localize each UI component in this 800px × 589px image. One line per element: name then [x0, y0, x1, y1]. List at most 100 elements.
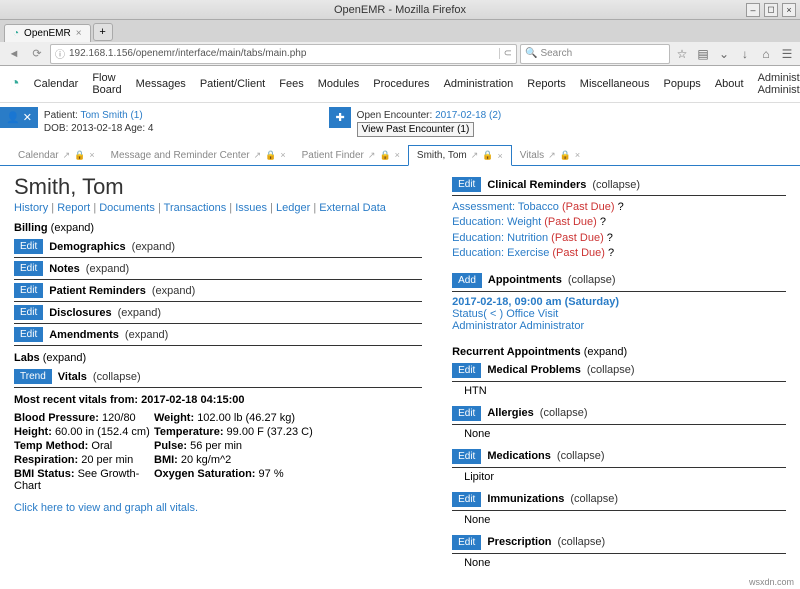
tab-popout-icon[interactable]: ↗: [471, 150, 479, 161]
pocket-icon[interactable]: ⌄: [715, 47, 733, 61]
bookmark-icon[interactable]: ☆: [673, 47, 691, 61]
reminders-label[interactable]: Patient Reminders: [49, 285, 146, 297]
patient-name-link[interactable]: Tom Smith (1): [80, 110, 142, 121]
nav-transactions[interactable]: Transactions: [164, 202, 227, 214]
add-appt-button[interactable]: Add: [452, 273, 482, 288]
home-icon[interactable]: ⌂: [757, 47, 775, 61]
view-past-encounter-button[interactable]: View Past Encounter (1): [357, 122, 475, 137]
edit-problems-button[interactable]: Edit: [452, 363, 481, 378]
appt-status[interactable]: Status( < ) Office Visit: [452, 308, 558, 320]
app-logo-icon[interactable]: ◔: [10, 75, 20, 93]
tab-popout-icon[interactable]: ↗: [548, 150, 556, 161]
tab-close-icon[interactable]: ×: [395, 150, 400, 160]
go-icon[interactable]: ⊂: [499, 48, 512, 59]
edit-allergies-button[interactable]: Edit: [452, 406, 481, 421]
problems-label[interactable]: Medical Problems: [487, 364, 581, 376]
tab-lock-icon[interactable]: 🔒: [265, 150, 276, 161]
nav-report[interactable]: Report: [57, 202, 90, 214]
menu-fees[interactable]: Fees: [279, 78, 303, 90]
tab-popout-icon[interactable]: ↗: [254, 150, 262, 161]
reminder-nutrition[interactable]: Education: Nutrition: [452, 232, 548, 244]
menu-misc[interactable]: Miscellaneous: [580, 78, 650, 90]
appt-who[interactable]: Administrator Administrator: [452, 320, 584, 332]
disclosures-label[interactable]: Disclosures: [49, 307, 111, 319]
tab-popout-icon[interactable]: ↗: [63, 150, 71, 161]
reminder-exercise[interactable]: Education: Exercise: [452, 247, 549, 259]
patient-clear-button[interactable]: 👤 ✕: [0, 107, 38, 128]
tab-lock-icon[interactable]: 🔒: [482, 150, 493, 161]
appts-label[interactable]: Appointments: [488, 274, 562, 286]
tab-patient-finder[interactable]: Patient Finder↗🔒×: [294, 146, 408, 165]
nav-ledger[interactable]: Ledger: [276, 202, 310, 214]
edit-clinical-button[interactable]: Edit: [452, 177, 481, 192]
encounter-link[interactable]: 2017-02-18 (2): [435, 110, 501, 121]
tab-close-icon[interactable]: ×: [498, 151, 503, 161]
demographics-label[interactable]: Demographics: [49, 241, 125, 253]
menu-icon[interactable]: ☰: [778, 47, 796, 61]
reload-button[interactable]: ⟳: [27, 44, 47, 64]
tab-lock-icon[interactable]: 🔒: [379, 150, 390, 161]
library-icon[interactable]: ▤: [694, 47, 712, 61]
back-button[interactable]: ◄: [4, 44, 24, 64]
tab-vitals[interactable]: Vitals↗🔒×: [512, 146, 588, 165]
edit-reminders-button[interactable]: Edit: [14, 283, 43, 298]
tab-close-icon[interactable]: ×: [76, 28, 82, 39]
menu-procedures[interactable]: Procedures: [373, 78, 429, 90]
tab-patient-smith[interactable]: Smith, Tom↗🔒×: [408, 145, 512, 166]
billing-header[interactable]: Billing (expand): [14, 222, 422, 234]
tab-messages[interactable]: Message and Reminder Center↗🔒×: [103, 146, 294, 165]
trend-vitals-button[interactable]: Trend: [14, 369, 52, 384]
reminder-tobacco[interactable]: Assessment: Tobacco: [452, 201, 559, 213]
window-minimize[interactable]: –: [746, 3, 760, 17]
menu-modules[interactable]: Modules: [318, 78, 360, 90]
immunizations-label[interactable]: Immunizations: [487, 493, 564, 505]
tab-close-icon[interactable]: ×: [89, 150, 94, 160]
menu-flowboard[interactable]: Flow Board: [92, 72, 121, 96]
nav-issues[interactable]: Issues: [235, 202, 267, 214]
user-label[interactable]: Administrator Administrator: [758, 72, 800, 96]
edit-amendments-button[interactable]: Edit: [14, 327, 43, 342]
tab-popout-icon[interactable]: ↗: [368, 150, 376, 161]
medications-label[interactable]: Medications: [487, 450, 551, 462]
window-maximize[interactable]: ◻: [764, 3, 778, 17]
window-close[interactable]: ×: [782, 3, 796, 17]
notes-label[interactable]: Notes: [49, 263, 80, 275]
tab-lock-icon[interactable]: 🔒: [74, 150, 85, 161]
allergies-label[interactable]: Allergies: [487, 407, 533, 419]
tab-close-icon[interactable]: ×: [280, 150, 285, 160]
reminder-weight[interactable]: Education: Weight: [452, 216, 541, 228]
menu-reports[interactable]: Reports: [527, 78, 566, 90]
nav-history[interactable]: History: [14, 202, 48, 214]
downloads-icon[interactable]: ↓: [736, 47, 754, 61]
view-all-vitals-link[interactable]: Click here to view and graph all vitals.: [14, 502, 422, 514]
edit-notes-button[interactable]: Edit: [14, 261, 43, 276]
browser-tab[interactable]: ◔ OpenEMR ×: [4, 24, 91, 42]
menu-patient[interactable]: Patient/Client: [200, 78, 265, 90]
new-tab-button[interactable]: +: [93, 23, 113, 41]
encounter-add-button[interactable]: ✚: [329, 107, 350, 128]
search-input[interactable]: 🔍 Search: [520, 44, 670, 64]
menu-popups[interactable]: Popups: [664, 78, 701, 90]
tab-lock-icon[interactable]: 🔒: [560, 150, 571, 161]
vitals-label[interactable]: Vitals: [58, 371, 87, 383]
amendments-label[interactable]: Amendments: [49, 329, 119, 341]
nav-external[interactable]: External Data: [319, 202, 386, 214]
labs-header[interactable]: Labs (expand): [14, 352, 422, 364]
edit-demographics-button[interactable]: Edit: [14, 239, 43, 254]
close-icon[interactable]: ✕: [23, 111, 32, 124]
edit-disclosures-button[interactable]: Edit: [14, 305, 43, 320]
edit-prescription-button[interactable]: Edit: [452, 535, 481, 550]
menu-admin[interactable]: Administration: [444, 78, 514, 90]
menu-messages[interactable]: Messages: [136, 78, 186, 90]
menu-calendar[interactable]: Calendar: [34, 78, 79, 90]
appt-date[interactable]: 2017-02-18, 09:00 am (Saturday): [452, 296, 786, 308]
url-input[interactable]: ⓘ 192.168.1.156/openemr/interface/main/t…: [50, 44, 517, 64]
tab-close-icon[interactable]: ×: [575, 150, 580, 160]
menu-about[interactable]: About: [715, 78, 744, 90]
edit-immunizations-button[interactable]: Edit: [452, 492, 481, 507]
prescription-label[interactable]: Prescription: [487, 536, 551, 548]
edit-medications-button[interactable]: Edit: [452, 449, 481, 464]
clinical-label[interactable]: Clinical Reminders: [487, 179, 586, 191]
nav-documents[interactable]: Documents: [99, 202, 155, 214]
tab-calendar[interactable]: Calendar↗🔒×: [10, 146, 103, 165]
